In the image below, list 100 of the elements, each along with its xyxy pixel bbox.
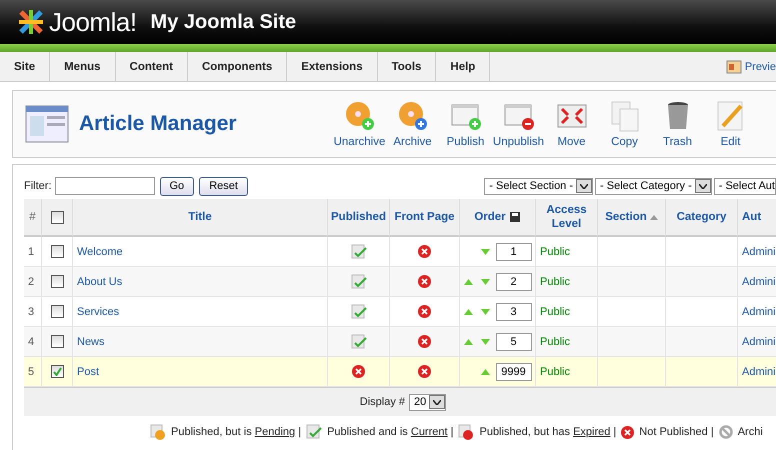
legend-text: Not Published | [639, 426, 714, 438]
menu-item[interactable]: Extensions [287, 52, 378, 81]
access-level-link[interactable]: Public [540, 336, 570, 348]
toolbar-button[interactable]: Copy [600, 100, 649, 148]
cross-icon [621, 426, 634, 438]
article-title-link[interactable]: Post [77, 366, 100, 378]
move-down-icon[interactable] [480, 278, 490, 284]
cross-icon[interactable] [418, 275, 431, 288]
column-header[interactable]: Section [598, 199, 666, 237]
move-up-icon[interactable] [464, 308, 472, 314]
order-field[interactable]: 3 [496, 302, 532, 320]
site-name: My Joomla Site [150, 10, 296, 34]
row-number: 3 [28, 306, 34, 318]
move-up-icon[interactable] [464, 338, 472, 344]
order-field[interactable]: 5 [496, 332, 532, 350]
move-down-icon[interactable] [480, 248, 490, 254]
article-title-link[interactable]: Services [77, 306, 120, 318]
expired-icon [458, 424, 474, 440]
menu-item[interactable]: Content [116, 52, 188, 81]
logo: Joomla! [16, 6, 137, 38]
sort-icon [650, 214, 658, 220]
filter-dropdown[interactable]: - Select Aut [714, 178, 776, 194]
column-header[interactable]: Order [460, 199, 536, 237]
display-label: Display # [360, 396, 405, 408]
checked-document-icon[interactable] [350, 244, 366, 260]
save-icon[interactable] [508, 211, 521, 223]
caret-icon [433, 400, 442, 404]
toolbar-button[interactable]: Edit [706, 100, 755, 148]
column-header[interactable]: Access Level [536, 199, 598, 237]
row-checkbox[interactable] [50, 245, 64, 258]
menu-item[interactable]: Help [436, 52, 490, 81]
article-title-link[interactable]: About Us [77, 276, 122, 288]
column-header[interactable]: Aut [738, 199, 776, 237]
column-header[interactable]: Published [328, 199, 390, 237]
select-all-checkbox[interactable] [50, 210, 64, 224]
menu-item[interactable]: Menus [50, 52, 116, 81]
order-field[interactable]: 1 [496, 242, 532, 260]
caret-icon [580, 184, 588, 188]
column-header[interactable]: Category [666, 199, 738, 237]
display-dropdown[interactable]: 20 [409, 394, 446, 410]
row-checkbox[interactable] [50, 365, 64, 378]
column-header: # [24, 199, 42, 237]
filter-label: Filter: [24, 180, 52, 192]
column-header[interactable]: Title [73, 199, 328, 237]
menu-item[interactable]: Components [188, 52, 288, 81]
toolbar-button[interactable]: Unarchive [335, 100, 384, 148]
access-level-link[interactable]: Public [540, 366, 570, 378]
row-checkbox[interactable] [50, 275, 64, 288]
checked-document-icon[interactable] [350, 334, 366, 350]
order-field[interactable]: 9999 [496, 362, 532, 380]
disc-icon [396, 100, 428, 132]
column-header[interactable]: Front Page [390, 199, 460, 237]
access-level-link[interactable]: Public [540, 246, 570, 258]
legend-text: Published and is Current | [327, 426, 454, 438]
checked-document-icon[interactable] [350, 274, 366, 290]
toolbar-button[interactable]: Unpublish [494, 100, 543, 148]
toolbar-button[interactable]: Archive [388, 100, 437, 148]
menu-item[interactable]: Tools [378, 52, 436, 81]
filter-dropdown[interactable]: - Select Section - [484, 178, 594, 194]
row-checkbox[interactable] [50, 335, 64, 348]
toolbar-button[interactable]: Publish [441, 100, 490, 148]
cross-icon[interactable] [418, 245, 431, 258]
row-number: 5 [28, 366, 34, 378]
filter-field[interactable] [54, 177, 154, 195]
cross-icon[interactable] [352, 365, 365, 378]
author-link[interactable]: Admini [742, 246, 776, 258]
checked-document-icon[interactable] [350, 304, 366, 320]
go-button[interactable]: Go [160, 176, 194, 196]
cross-icon[interactable] [418, 305, 431, 318]
prohibited-icon [718, 425, 733, 439]
copy-icon [608, 100, 640, 132]
author-link[interactable]: Admini [742, 366, 776, 378]
author-link[interactable]: Admini [742, 336, 776, 348]
move-down-icon[interactable] [480, 338, 490, 344]
legend-link[interactable]: Expired [573, 426, 610, 438]
row-checkbox[interactable] [50, 305, 64, 318]
move-up-icon[interactable] [464, 278, 472, 284]
article-title-link[interactable]: News [77, 336, 105, 348]
checked-document-icon[interactable] [306, 424, 322, 440]
order-field[interactable]: 2 [496, 272, 532, 290]
cross-icon[interactable] [418, 365, 431, 378]
menu-item[interactable]: Site [0, 52, 50, 81]
filter-dropdown[interactable]: - Select Category - [595, 178, 712, 194]
legend-link[interactable]: Pending [254, 426, 296, 438]
article-title-link[interactable]: Welcome [77, 246, 123, 258]
move-up-icon[interactable] [480, 368, 490, 374]
move-down-icon[interactable] [480, 308, 490, 314]
toolbar-button[interactable]: Move [547, 100, 596, 148]
reset-button[interactable]: Reset [199, 176, 248, 196]
preview-link[interactable]: Previe [726, 52, 776, 81]
toolbar-button[interactable]: Trash [653, 100, 702, 148]
author-link[interactable]: Admini [742, 306, 776, 318]
disc-icon [344, 100, 376, 132]
legend-link[interactable]: Current [410, 426, 448, 438]
row-number: 4 [28, 336, 34, 348]
access-level-link[interactable]: Public [540, 306, 570, 318]
cross-icon[interactable] [418, 335, 431, 348]
logo-icon [16, 7, 46, 37]
access-level-link[interactable]: Public [540, 276, 570, 288]
author-link[interactable]: Admini [742, 276, 776, 288]
